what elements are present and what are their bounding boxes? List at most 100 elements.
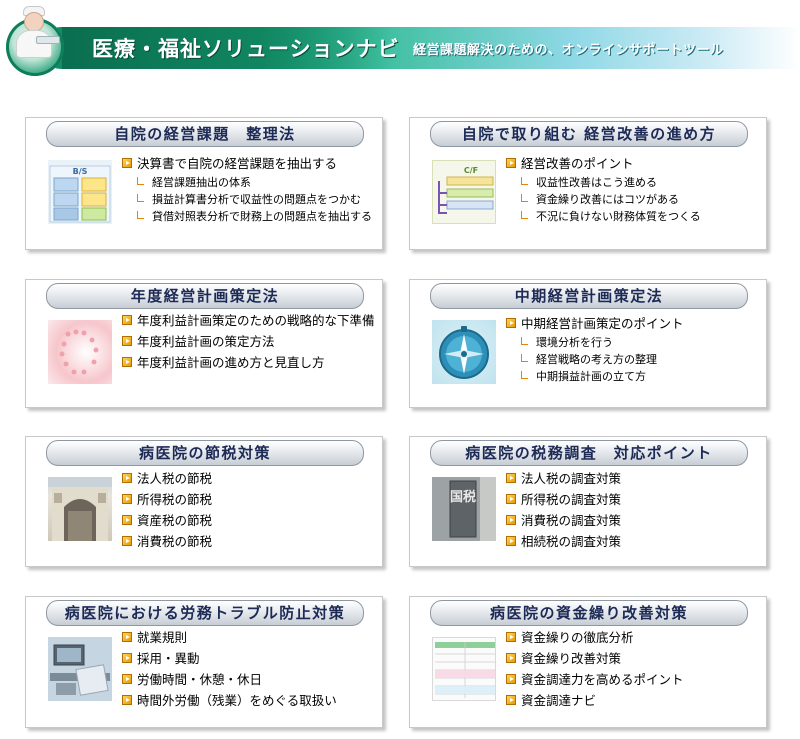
- bs-label: B/S: [73, 167, 88, 176]
- arrow-bullet-icon: [122, 473, 132, 483]
- card-title[interactable]: 病医院の税務調査 対応ポイント: [430, 440, 748, 466]
- card-items: 就業規則 採用・異動 労働時間・休憩・休日 時間外労働（残業）をめぐる取扱い: [122, 627, 374, 711]
- sub-item[interactable]: 経営課題抽出の体系: [122, 174, 374, 191]
- list-item[interactable]: 資金調達力を高めるポイント: [506, 669, 758, 690]
- arrow-bullet-icon: [506, 473, 516, 483]
- card-items: 中期経営計画策定のポイント 環境分析を行う 経営戦略の考え方の整理 中期損益計画…: [506, 313, 758, 385]
- card-title[interactable]: 中期経営計画策定法: [430, 283, 748, 309]
- card-annual-plan: 年度経営計画策定法 年度利益計画策定のための戦略的な下準備 年度利益計画の策定方…: [25, 279, 383, 408]
- corner-bullet-icon: [521, 337, 528, 345]
- corner-bullet-icon: [137, 211, 144, 219]
- list-item[interactable]: 相続税の調査対策: [506, 531, 758, 552]
- arrow-bullet-icon: [122, 536, 132, 546]
- balance-sheet-image[interactable]: B/S: [48, 160, 112, 224]
- cash-table-image[interactable]: [432, 637, 496, 701]
- card-title[interactable]: 病医院の資金繰り改善対策: [430, 600, 748, 626]
- cash-flow-image[interactable]: C/F: [432, 160, 496, 224]
- sub-item[interactable]: 損益計算書分析で収益性の問題点をつかむ: [122, 191, 374, 208]
- list-item[interactable]: 資金繰りの徹底分析: [506, 627, 758, 648]
- arrow-bullet-icon: [506, 318, 516, 328]
- corner-bullet-icon: [521, 354, 528, 362]
- page-header: 医療・福祉ソリューションナビ 経営課題解決のための、オンラインサポートツール: [0, 0, 800, 80]
- list-item[interactable]: 決算書で自院の経営課題を抽出する: [122, 153, 374, 174]
- card-items: 決算書で自院の経営課題を抽出する 経営課題抽出の体系 損益計算書分析で収益性の問…: [122, 153, 374, 225]
- site-subtitle: 経営課題解決のための、オンラインサポートツール: [413, 43, 724, 58]
- sub-item[interactable]: 貸借対照表分析で財務上の問題点を抽出する: [122, 208, 374, 225]
- list-item[interactable]: 年度利益計画の進め方と見直し方: [122, 352, 374, 373]
- arrow-bullet-icon: [122, 632, 132, 642]
- arrow-bullet-icon: [122, 653, 132, 663]
- card-cash-management: 病医院の資金繰り改善対策 資金繰りの徹底分析 資金繰り改善対策 資金調達力を高め…: [409, 596, 767, 728]
- card-items: 法人税の節税 所得税の節税 資産税の節税 消費税の節税: [122, 468, 374, 552]
- arrow-bullet-icon: [122, 357, 132, 367]
- card-management-improvement: 自院で取り組む 経営改善の進め方 C/F 経営改善のポイント 収益性改善はこう進…: [409, 117, 767, 250]
- corner-bullet-icon: [521, 211, 528, 219]
- card-items: 経営改善のポイント 収益性改善はこう進める 資金繰り改善にはコツがある 不況に負…: [506, 153, 758, 225]
- card-midterm-plan: 中期経営計画策定法 中期経営計画策定のポイント 環境分析を行う 経営戦略の考え方…: [409, 279, 767, 408]
- corner-bullet-icon: [521, 371, 528, 379]
- list-item[interactable]: 資金繰り改善対策: [506, 648, 758, 669]
- card-tax-saving: 病医院の節税対策 法人税の節税 所得税の節税 資産税の節税 消費税の節税: [25, 436, 383, 567]
- arrow-bullet-icon: [122, 515, 132, 525]
- sub-item[interactable]: 収益性改善はこう進める: [506, 174, 758, 191]
- arrow-bullet-icon: [506, 653, 516, 663]
- corner-bullet-icon: [521, 194, 528, 202]
- arrow-bullet-icon: [506, 536, 516, 546]
- arrow-bullet-icon: [506, 674, 516, 684]
- list-item[interactable]: 法人税の調査対策: [506, 468, 758, 489]
- card-items: 資金繰りの徹底分析 資金繰り改善対策 資金調達力を高めるポイント 資金調達ナビ: [506, 627, 758, 711]
- list-item[interactable]: 資金調達ナビ: [506, 690, 758, 711]
- list-item[interactable]: 所得税の調査対策: [506, 489, 758, 510]
- card-title[interactable]: 自院の経営課題 整理法: [46, 121, 364, 147]
- tax-sign-label: 国税: [450, 489, 476, 505]
- arrow-bullet-icon: [122, 674, 132, 684]
- list-item[interactable]: 年度利益計画策定のための戦略的な下準備: [26, 310, 377, 331]
- list-item[interactable]: 消費税の調査対策: [506, 510, 758, 531]
- sub-item[interactable]: 資金繰り改善にはコツがある: [506, 191, 758, 208]
- sub-item[interactable]: 環境分析を行う: [506, 334, 758, 351]
- list-item[interactable]: 採用・異動: [122, 648, 374, 669]
- arrow-bullet-icon: [506, 494, 516, 504]
- list-item[interactable]: 法人税の節税: [122, 468, 374, 489]
- card-title[interactable]: 病医院の節税対策: [46, 440, 364, 466]
- card-management-issues: 自院の経営課題 整理法 B/S 決算書で自院の経営課題を抽出する 経営課題抽出の…: [25, 117, 383, 250]
- corner-bullet-icon: [521, 177, 528, 185]
- arrow-bullet-icon: [122, 315, 132, 325]
- corner-bullet-icon: [137, 194, 144, 202]
- sub-item[interactable]: 経営戦略の考え方の整理: [506, 351, 758, 368]
- building-image[interactable]: [48, 477, 112, 541]
- list-item[interactable]: 時間外労働（残業）をめぐる取扱い: [122, 690, 374, 711]
- tax-office-image[interactable]: 国税: [432, 477, 496, 541]
- sub-item[interactable]: 中期損益計画の立て方: [506, 368, 758, 385]
- list-item[interactable]: 就業規則: [122, 627, 374, 648]
- arrow-bullet-icon: [122, 494, 132, 504]
- arrow-bullet-icon: [506, 695, 516, 705]
- card-items: 年度利益計画策定のための戦略的な下準備 年度利益計画の策定方法 年度利益計画の進…: [122, 310, 375, 373]
- list-item[interactable]: 消費税の節税: [122, 531, 374, 552]
- nurse-illustration: [10, 0, 60, 58]
- list-item[interactable]: 中期経営計画策定のポイント: [506, 313, 758, 334]
- list-item[interactable]: 年度利益計画の策定方法: [122, 331, 374, 352]
- card-items: 法人税の調査対策 所得税の調査対策 消費税の調査対策 相続税の調査対策: [506, 468, 758, 552]
- list-item[interactable]: 所得税の節税: [122, 489, 374, 510]
- card-title[interactable]: 自院で取り組む 経営改善の進め方: [430, 121, 748, 147]
- sub-item[interactable]: 不況に負けない財務体質をつくる: [506, 208, 758, 225]
- arrow-bullet-icon: [122, 695, 132, 705]
- arrow-bullet-icon: [506, 158, 516, 168]
- office-desk-image[interactable]: [48, 637, 112, 701]
- card-title[interactable]: 病医院における労務トラブル防止対策: [46, 600, 364, 626]
- arrow-bullet-icon: [506, 632, 516, 642]
- card-tax-audit: 病医院の税務調査 対応ポイント 国税 法人税の調査対策 所得税の調査対策 消費税…: [409, 436, 767, 567]
- card-title[interactable]: 年度経営計画策定法: [46, 283, 364, 309]
- arrow-bullet-icon: [122, 158, 132, 168]
- list-item[interactable]: 資産税の節税: [122, 510, 374, 531]
- card-labor-trouble: 病医院における労務トラブル防止対策 就業規則 採用・異動 労働時間・休憩・休日 …: [25, 596, 383, 728]
- arrow-bullet-icon: [122, 336, 132, 346]
- site-title: 医療・福祉ソリューションナビ: [92, 37, 400, 61]
- list-item[interactable]: 経営改善のポイント: [506, 153, 758, 174]
- corner-bullet-icon: [137, 177, 144, 185]
- list-item[interactable]: 労働時間・休憩・休日: [122, 669, 374, 690]
- cf-label: C/F: [464, 166, 478, 175]
- arrow-bullet-icon: [506, 515, 516, 525]
- compass-image[interactable]: [432, 320, 496, 384]
